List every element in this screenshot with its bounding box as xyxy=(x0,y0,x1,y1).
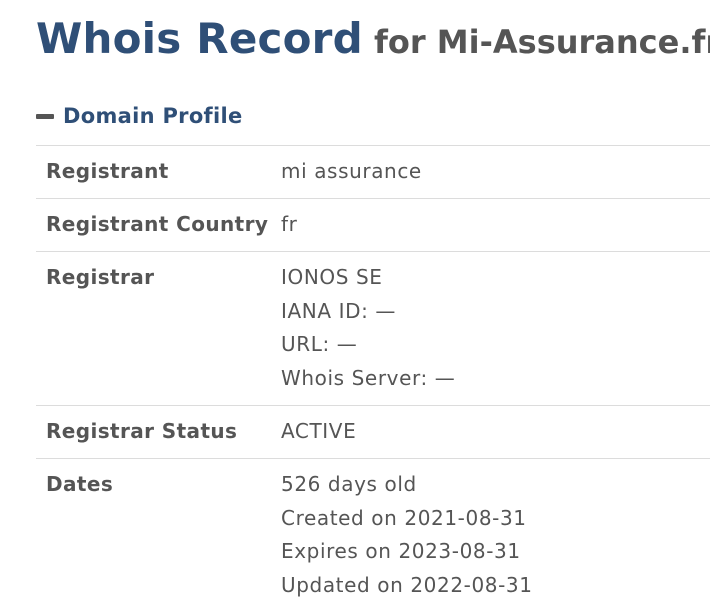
row-label-registrant: Registrant xyxy=(46,159,169,183)
row-label-registrar-status: Registrar Status xyxy=(46,419,238,443)
row-label-registrant-country: Registrant Country xyxy=(46,212,269,236)
registrar-status: ACTIVE xyxy=(281,419,357,443)
registrar-whois-server: Whois Server: — xyxy=(281,365,456,390)
registrar-url: URL: — xyxy=(281,332,358,356)
table-row-registrant-country: Registrant Country fr xyxy=(36,199,710,252)
registrar-name: IONOS SE xyxy=(281,265,383,289)
domain-profile-toggle[interactable]: Domain Profile xyxy=(36,100,243,132)
table-row-registrant: Registrant mi assurance xyxy=(36,146,710,199)
expires-date: Expires on 2023-08-31 xyxy=(281,539,521,563)
page-title-domain: for Mi-Assurance.fr xyxy=(373,23,710,61)
row-value-registrant-country: fr xyxy=(281,208,710,251)
row-value-registrar-status: ACTIVE xyxy=(281,415,710,458)
domain-age: 526 days old xyxy=(281,472,417,496)
table-row-dates: Dates 526 days old Created on 2021-08-31… xyxy=(36,459,710,610)
updated-date: Updated on 2022-08-31 xyxy=(281,572,533,597)
page-title: Whois Record for Mi-Assurance.fr xyxy=(36,10,710,77)
minus-icon[interactable] xyxy=(36,113,54,119)
domain-profile-table: Registrant mi assurance Registrant Count… xyxy=(36,145,710,610)
registrant-country: fr xyxy=(281,212,298,236)
row-value-registrant: mi assurance xyxy=(281,155,710,198)
registrar-iana-id: IANA ID: — xyxy=(281,298,396,323)
table-row-registrar-status: Registrar Status ACTIVE xyxy=(36,406,710,459)
table-row-registrar: Registrar IONOS SE IANA ID: — URL: — Who… xyxy=(36,252,710,406)
created-date: Created on 2021-08-31 xyxy=(281,505,527,530)
row-label-registrar: Registrar xyxy=(46,265,155,289)
row-label-dates: Dates xyxy=(46,472,114,496)
row-value-registrar: IONOS SE IANA ID: — URL: — Whois Server:… xyxy=(281,261,710,405)
page-title-main: Whois Record xyxy=(36,14,363,63)
whois-page: Whois Record for Mi-Assurance.fr Domain … xyxy=(0,0,710,610)
row-value-dates: 526 days old Created on 2021-08-31 Expir… xyxy=(281,468,710,610)
registrant-name: mi assurance xyxy=(281,159,422,183)
domain-profile-heading[interactable]: Domain Profile xyxy=(63,104,243,128)
